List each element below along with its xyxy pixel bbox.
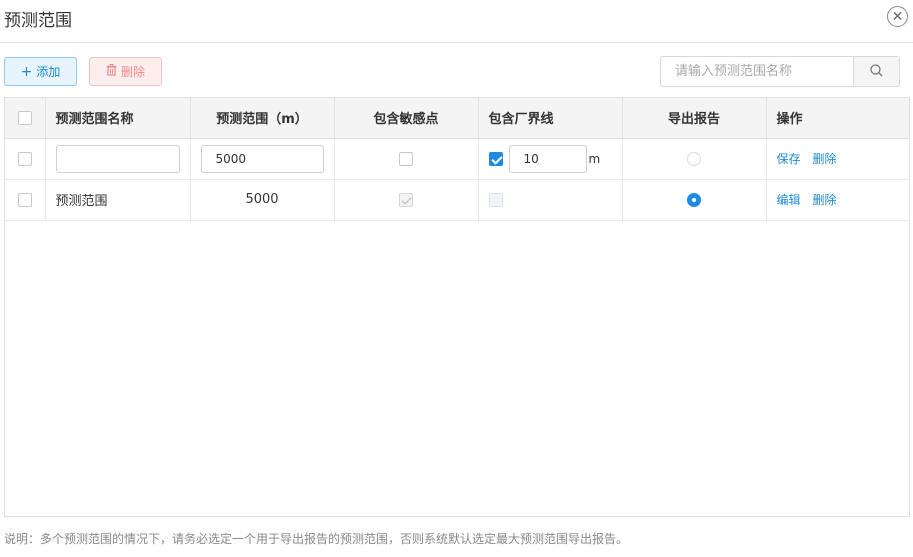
boundary-cell: m	[478, 138, 623, 180]
sensitive-cell	[334, 179, 479, 221]
trash-icon	[106, 64, 117, 79]
select-all-cell	[5, 98, 46, 139]
add-button-label: 添加	[36, 65, 61, 79]
search-button[interactable]	[853, 57, 899, 86]
col-header-sensitive: 包含敏感点	[334, 98, 479, 139]
boundary-input[interactable]	[508, 144, 587, 173]
include-boundary-checkbox[interactable]	[488, 152, 503, 166]
delete-button-label: 删除	[120, 65, 145, 79]
col-header-range: 预测范围（m）	[190, 98, 335, 139]
table-row: 预测范围 5000 编辑 删除	[5, 179, 909, 221]
name-input[interactable]	[55, 144, 180, 173]
boundary-cell	[478, 179, 623, 221]
range-cell	[190, 138, 335, 180]
row-select-cell	[5, 179, 46, 221]
row-select-cell	[5, 138, 46, 180]
edit-link[interactable]: 编辑	[777, 193, 801, 207]
export-cell	[622, 138, 767, 180]
range-input[interactable]	[200, 144, 324, 173]
include-sensitive-checkbox[interactable]	[399, 151, 413, 166]
save-link[interactable]: 保存	[777, 152, 801, 166]
add-button[interactable]: + 添加	[4, 57, 77, 86]
col-header-boundary: 包含厂界线	[478, 98, 623, 139]
export-report-radio[interactable]	[687, 192, 701, 207]
delete-link[interactable]: 删除	[813, 152, 837, 166]
search-input[interactable]	[661, 57, 853, 86]
row-select-checkbox[interactable]	[17, 151, 32, 166]
col-header-actions: 操作	[766, 98, 909, 139]
export-report-radio[interactable]	[687, 151, 701, 166]
range-table: 预测范围名称 预测范围（m） 包含敏感点 包含厂界线 导出报告 操作 m 保存删…	[4, 97, 910, 517]
close-icon[interactable]: ✕	[887, 6, 908, 27]
actions-cell: 保存 删除	[766, 138, 909, 180]
name-cell	[45, 138, 191, 180]
table-header-row: 预测范围名称 预测范围（m） 包含敏感点 包含厂界线 导出报告 操作	[5, 98, 909, 139]
delete-link[interactable]: 删除	[813, 193, 837, 207]
name-cell: 预测范围	[45, 179, 191, 221]
row-select-checkbox[interactable]	[17, 192, 32, 207]
boundary-unit: m	[588, 151, 601, 166]
export-cell	[622, 179, 767, 221]
include-boundary-checkbox	[488, 192, 503, 207]
select-all-checkbox[interactable]	[17, 110, 32, 125]
include-sensitive-checkbox	[399, 192, 413, 207]
sensitive-cell	[334, 138, 479, 180]
actions-cell: 编辑 删除	[766, 179, 909, 221]
dialog-title: 预测范围	[4, 11, 72, 31]
range-cell: 5000	[190, 179, 335, 221]
delete-button[interactable]: 删除	[89, 57, 162, 86]
dialog-header: 预测范围 ✕	[0, 0, 913, 43]
col-header-name: 预测范围名称	[45, 98, 191, 139]
search-icon	[870, 62, 883, 81]
table-row: m 保存删除	[5, 138, 909, 180]
footnote: 说明：多个预测范围的情况下，请务必选定一个用于导出报告的预测范围，否则系统默认选…	[4, 532, 629, 546]
plus-icon: +	[20, 63, 33, 80]
search-box	[660, 56, 900, 87]
col-header-export: 导出报告	[622, 98, 767, 139]
